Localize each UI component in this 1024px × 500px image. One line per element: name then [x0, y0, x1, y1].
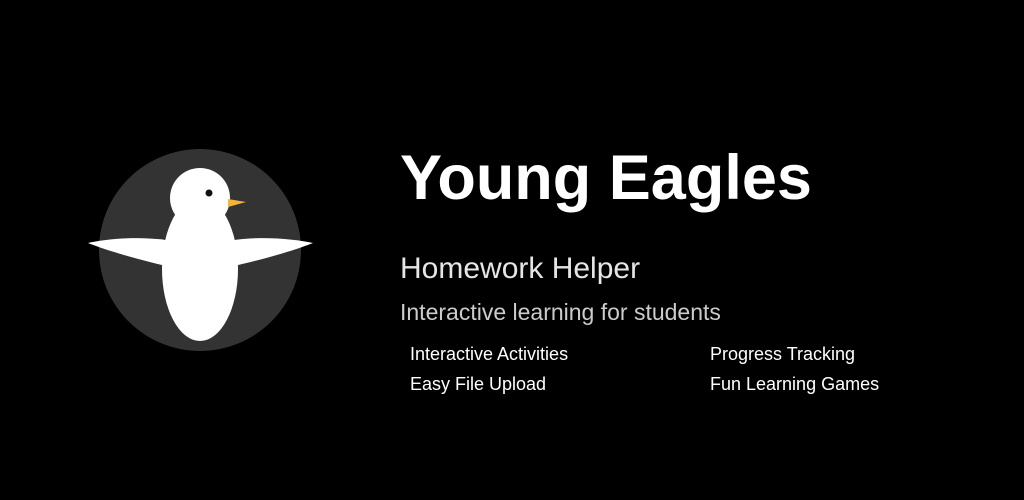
- eagle-logo: [86, 148, 316, 354]
- bird-head: [170, 168, 230, 228]
- feature-progress-tracking: Progress Tracking: [710, 344, 856, 364]
- eagle-icon: [88, 149, 313, 351]
- feature-fun-learning-games: Fun Learning Games: [710, 374, 880, 394]
- app-title: Young Eagles: [400, 143, 812, 213]
- feature-interactive-activities: Interactive Activities: [410, 344, 569, 364]
- bird-eye: [205, 189, 213, 197]
- feature-easy-file-upload: Easy File Upload: [410, 374, 547, 394]
- app-tagline: Interactive learning for students: [400, 299, 721, 325]
- app-subtitle: Homework Helper: [400, 252, 641, 285]
